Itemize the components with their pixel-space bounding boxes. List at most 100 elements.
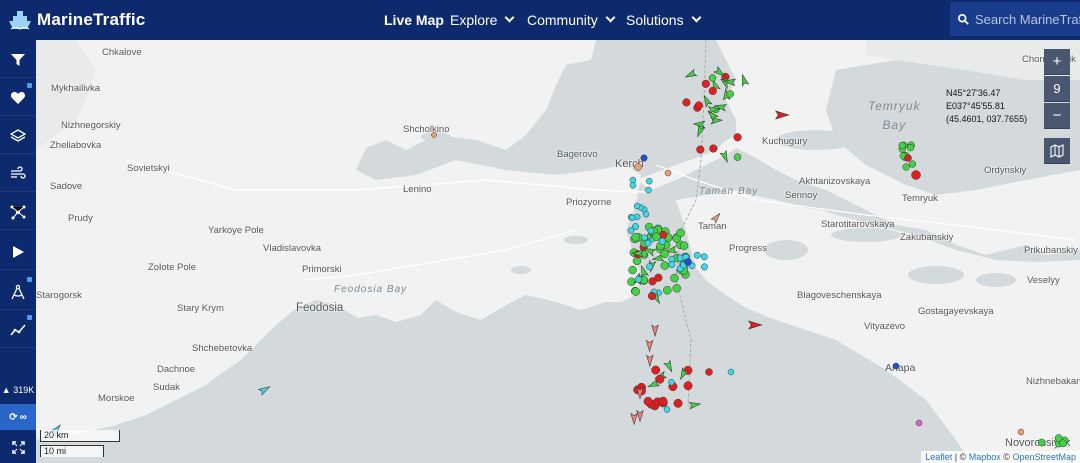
- place-label: Kerch: [615, 158, 644, 170]
- place-label: Stary Krym: [177, 303, 224, 314]
- place-label: Novorossiysk: [1005, 437, 1071, 449]
- nav-explore-menu[interactable]: Explore: [450, 0, 515, 40]
- plus-icon: +: [1052, 53, 1062, 70]
- zoom-level-value: 9: [1053, 81, 1061, 96]
- measure-button[interactable]: [0, 274, 36, 310]
- routes-button[interactable]: [0, 194, 36, 230]
- place-label: Progress: [729, 243, 768, 254]
- mapbox-link[interactable]: Mapbox: [969, 452, 1001, 462]
- water-label-text: Temryuk Bay: [868, 99, 921, 132]
- marinetraffic-app: MarineTraffic Live Map Explore Community…: [0, 0, 1080, 463]
- place-label: Primorski: [302, 264, 342, 275]
- place-label: Lenino: [403, 184, 432, 195]
- place-label: Shcholkino: [403, 124, 450, 135]
- lock-badge-icon: [27, 277, 32, 282]
- layers-button[interactable]: [0, 118, 36, 154]
- place-label: Sennoy: [785, 190, 818, 201]
- place-label: Dachnoe: [157, 364, 196, 375]
- place-label: Mykhailivka: [51, 83, 101, 94]
- scale-km: 20 km: [40, 430, 120, 442]
- zoom-in-button[interactable]: +: [1044, 49, 1070, 75]
- chevron-down-icon: [605, 12, 616, 23]
- live-map-canvas[interactable]: Chkalove Mykhailivka Nizhnegorskiy Zheli…: [36, 40, 1080, 463]
- nav-solutions-label: Solutions: [626, 12, 684, 28]
- place-label: Anapa: [885, 362, 916, 374]
- live-refresh-button[interactable]: ⟳ ∞: [0, 404, 36, 430]
- filter-button[interactable]: [0, 42, 36, 78]
- zoom-out-button[interactable]: −: [1044, 103, 1070, 129]
- nav-live-map[interactable]: Live Map: [384, 0, 444, 40]
- copyright-symbol: ©: [959, 452, 967, 462]
- map-type-button[interactable]: [1044, 138, 1070, 164]
- chevron-down-icon: [505, 12, 515, 23]
- place-label: Kuchugury: [762, 136, 808, 147]
- chart-icon: [10, 324, 26, 335]
- network-icon: [10, 205, 26, 219]
- place-label: Sadove: [50, 181, 83, 192]
- vessel-count-value: 319K: [13, 385, 35, 395]
- place-label: Taman: [698, 221, 727, 232]
- place-label: Sovietskyi: [127, 163, 170, 174]
- longitude: E037°45'55.81: [946, 101, 1005, 111]
- place-label: Priozyorne: [566, 197, 612, 208]
- filter-icon: [11, 53, 25, 66]
- osm-link[interactable]: OpenStreetMap: [1012, 452, 1076, 462]
- chevron-down-icon: [691, 12, 702, 23]
- place-label: Zakubanskiy: [900, 232, 954, 243]
- brand-name: MarineTraffic: [37, 10, 146, 29]
- map-icon: [1050, 143, 1064, 158]
- lock-badge-icon: [27, 315, 32, 320]
- playback-button[interactable]: [0, 234, 36, 270]
- place-label: Vladislavovka: [263, 243, 322, 254]
- my-fleets-button[interactable]: [0, 80, 36, 116]
- nav-community-label: Community: [527, 12, 598, 28]
- decimal-coordinates: (45.4601, 037.7655): [946, 114, 1028, 124]
- compass-icon: [11, 284, 25, 299]
- place-label: Sudak: [153, 382, 180, 393]
- water-label-feodosia-bay: Feodosia Bay: [334, 284, 408, 295]
- place-label: Prudy: [68, 213, 93, 224]
- place-label: Bagerovo: [557, 149, 598, 160]
- place-label: Nizhnegorskiy: [61, 120, 121, 131]
- place-label: Prikubanskiy: [1024, 245, 1078, 256]
- nav-community-menu[interactable]: Community: [527, 0, 616, 40]
- ship-logo-icon: [9, 11, 31, 30]
- place-label: Shchebetovka: [192, 343, 253, 354]
- water-label-taman-bay: Taman Bay: [699, 186, 759, 197]
- fullscreen-button[interactable]: [0, 434, 36, 460]
- place-label: Veselyy: [1027, 275, 1060, 286]
- minus-icon: −: [1052, 107, 1062, 124]
- nav-explore-label: Explore: [450, 12, 498, 28]
- place-label: Zolote Pole: [148, 262, 197, 273]
- place-label: Morskoe: [98, 393, 135, 404]
- place-label: Temryuk: [902, 193, 938, 204]
- play-icon: [13, 245, 24, 258]
- place-label: Feodosia: [296, 302, 344, 314]
- search-box: [950, 2, 1080, 36]
- leaflet-link[interactable]: Leaflet: [925, 452, 952, 462]
- lock-badge-icon: [27, 83, 32, 88]
- place-label: Starogorsk: [36, 290, 82, 301]
- zoom-level: 9: [1044, 76, 1070, 102]
- map-attribution: Leaflet | © Mapbox © OpenStreetMap: [921, 451, 1080, 463]
- copyright-symbol: ©: [1003, 452, 1010, 462]
- latitude: N45°27'36.47: [946, 88, 1001, 98]
- nav-solutions-menu[interactable]: Solutions: [626, 0, 702, 40]
- search-icon: [958, 13, 969, 25]
- map-basemap: [36, 40, 1080, 463]
- search-input[interactable]: [975, 11, 1080, 27]
- coordinate-readout: N45°27'36.47 E037°45'55.81 (45.4601, 037…: [946, 87, 1027, 126]
- wind-icon: [11, 165, 26, 179]
- map-toolbar: ▲ 319K ⟳ ∞: [0, 40, 36, 463]
- analytics-button[interactable]: [0, 312, 36, 348]
- place-label: Yarkoye Pole: [208, 225, 264, 236]
- weather-button[interactable]: [0, 156, 36, 192]
- brand-logo-link[interactable]: MarineTraffic: [0, 0, 160, 40]
- place-label: Vityazevo: [864, 321, 906, 332]
- top-navbar: MarineTraffic Live Map Explore Community…: [0, 0, 1080, 40]
- place-label: Nizhnebakansk: [1026, 376, 1080, 387]
- place-label: Blagoveschenskaya: [797, 290, 882, 301]
- place-label: Akhtanizovskaya: [799, 176, 871, 187]
- vessel-count: ▲ 319K: [0, 385, 36, 395]
- layers-icon: [10, 128, 26, 142]
